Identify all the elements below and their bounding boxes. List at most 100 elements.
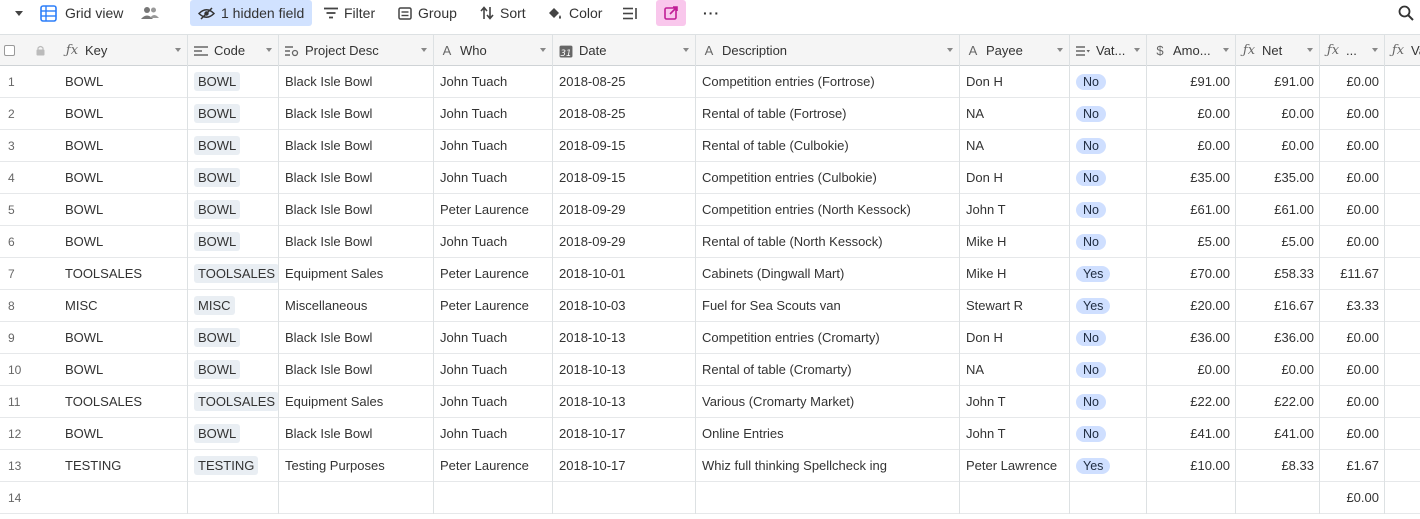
table-row[interactable]: 1 BOWL BOWL Black Isle Bowl John Tuach 2018-0…	[0, 66, 1420, 98]
cell-date[interactable]: 2018-08-25	[553, 66, 696, 97]
cell-net[interactable]: £91.00	[1236, 66, 1320, 97]
cell-code[interactable]: BOWL	[188, 194, 279, 225]
cell-payee[interactable]: Don H	[960, 66, 1070, 97]
cell-vat-amount[interactable]: £0.00	[1320, 194, 1385, 225]
cell-key[interactable]: BOWL	[59, 354, 188, 385]
table-row[interactable]: 4 BOWL BOWL Black Isle Bowl John Tuach 2018-0…	[0, 162, 1420, 194]
caret-down-icon[interactable]	[421, 48, 427, 52]
cell-date[interactable]: 2018-10-13	[553, 354, 696, 385]
cell-date[interactable]: 2018-09-15	[553, 130, 696, 161]
cell-project-desc[interactable]: Black Isle Bowl	[279, 418, 434, 449]
cell-vat-amount[interactable]: £0.00	[1320, 66, 1385, 97]
cell-key[interactable]: BOWL	[59, 418, 188, 449]
cell-project-desc[interactable]: Black Isle Bowl	[279, 226, 434, 257]
cell-extra[interactable]	[1385, 354, 1420, 385]
header-project-desc[interactable]: Project Desc	[279, 35, 434, 66]
cell-vat[interactable]: Yes	[1070, 290, 1147, 321]
cell-key[interactable]: BOWL	[59, 194, 188, 225]
cell-who[interactable]: John Tuach	[434, 66, 553, 97]
cell-code[interactable]: BOWL	[188, 418, 279, 449]
cell-code[interactable]: BOWL	[188, 130, 279, 161]
sort-button[interactable]: Sort	[480, 0, 526, 26]
cell-key[interactable]: BOWL	[59, 226, 188, 257]
cell-extra[interactable]	[1385, 194, 1420, 225]
cell-who[interactable]: John Tuach	[434, 322, 553, 353]
group-button[interactable]: Group	[398, 0, 457, 26]
cell-code[interactable]: BOWL	[188, 226, 279, 257]
cell-extra[interactable]	[1385, 450, 1420, 481]
cell-vat[interactable]	[1070, 482, 1147, 513]
cell-net[interactable]: £8.33	[1236, 450, 1320, 481]
table-row[interactable]: 9 BOWL BOWL Black Isle Bowl John Tuach 2018-1…	[0, 322, 1420, 354]
cell-who[interactable]: John Tuach	[434, 418, 553, 449]
cell-project-desc[interactable]: Black Isle Bowl	[279, 194, 434, 225]
caret-down-icon[interactable]	[1372, 48, 1378, 52]
cell-code[interactable]: TOOLSALES	[188, 386, 279, 417]
cell-project-desc[interactable]: Black Isle Bowl	[279, 98, 434, 129]
cell-who[interactable]: Peter Laurence	[434, 258, 553, 289]
cell-key[interactable]: BOWL	[59, 162, 188, 193]
cell-code[interactable]: MISC	[188, 290, 279, 321]
cell-net[interactable]: £41.00	[1236, 418, 1320, 449]
collaborators-button[interactable]	[141, 0, 159, 26]
cell-net[interactable]: £36.00	[1236, 322, 1320, 353]
cell-key[interactable]: TESTING	[59, 450, 188, 481]
cell-net[interactable]: £0.00	[1236, 130, 1320, 161]
cell-code[interactable]: TOOLSALES	[188, 258, 279, 289]
cell-vat-amount[interactable]: £0.00	[1320, 386, 1385, 417]
caret-down-icon[interactable]	[947, 48, 953, 52]
cell-payee[interactable]: NA	[960, 130, 1070, 161]
cell-extra[interactable]	[1385, 386, 1420, 417]
cell-amount[interactable]: £91.00	[1147, 66, 1236, 97]
cell-project-desc[interactable]: Equipment Sales	[279, 386, 434, 417]
cell-amount[interactable]: £0.00	[1147, 354, 1236, 385]
cell-project-desc[interactable]	[279, 482, 434, 513]
color-button[interactable]: Color	[547, 0, 602, 26]
cell-vat[interactable]: No	[1070, 322, 1147, 353]
cell-key[interactable]: TOOLSALES	[59, 258, 188, 289]
cell-description[interactable]: Competition entries (Cromarty)	[696, 322, 960, 353]
cell-payee[interactable]	[960, 482, 1070, 513]
header-amount[interactable]: $ Amo...	[1147, 35, 1236, 66]
cell-amount[interactable]: £10.00	[1147, 450, 1236, 481]
cell-vat[interactable]: No	[1070, 66, 1147, 97]
cell-who[interactable]: Peter Laurence	[434, 290, 553, 321]
search-button[interactable]	[1398, 0, 1414, 26]
cell-amount[interactable]: £35.00	[1147, 162, 1236, 193]
cell-extra[interactable]	[1385, 482, 1420, 513]
table-row[interactable]: 8 MISC MISC Miscellaneous Peter Laurence 2018…	[0, 290, 1420, 322]
cell-description[interactable]: Rental of table (Culbokie)	[696, 130, 960, 161]
cell-payee[interactable]: Mike H	[960, 258, 1070, 289]
cell-code[interactable]	[188, 482, 279, 513]
cell-payee[interactable]: Peter Lawrence	[960, 450, 1070, 481]
caret-down-icon[interactable]	[683, 48, 689, 52]
cell-date[interactable]: 2018-10-13	[553, 322, 696, 353]
cell-payee[interactable]: Don H	[960, 162, 1070, 193]
table-row[interactable]: 14 £0.00	[0, 482, 1420, 514]
cell-who[interactable]	[434, 482, 553, 513]
caret-down-icon[interactable]	[1223, 48, 1229, 52]
cell-vat-amount[interactable]: £0.00	[1320, 162, 1385, 193]
caret-down-icon[interactable]	[175, 48, 181, 52]
cell-extra[interactable]	[1385, 226, 1420, 257]
header-key[interactable]: ƒx Key	[59, 35, 188, 66]
cell-amount[interactable]: £5.00	[1147, 226, 1236, 257]
cell-amount[interactable]: £70.00	[1147, 258, 1236, 289]
header-description[interactable]: A Description	[696, 35, 960, 66]
cell-vat-amount[interactable]: £3.33	[1320, 290, 1385, 321]
cell-vat-amount[interactable]: £0.00	[1320, 322, 1385, 353]
cell-date[interactable]: 2018-09-29	[553, 226, 696, 257]
cell-who[interactable]: John Tuach	[434, 226, 553, 257]
cell-vat[interactable]: No	[1070, 386, 1147, 417]
cell-date[interactable]: 2018-09-15	[553, 162, 696, 193]
cell-key[interactable]: BOWL	[59, 98, 188, 129]
cell-amount[interactable]: £36.00	[1147, 322, 1236, 353]
cell-net[interactable]: £58.33	[1236, 258, 1320, 289]
cell-key[interactable]: MISC	[59, 290, 188, 321]
cell-date[interactable]: 2018-10-13	[553, 386, 696, 417]
table-row[interactable]: 6 BOWL BOWL Black Isle Bowl John Tuach 2018-0…	[0, 226, 1420, 258]
row-height-button[interactable]	[623, 0, 638, 26]
cell-description[interactable]: Competition entries (North Kessock)	[696, 194, 960, 225]
view-menu-caret[interactable]	[14, 0, 24, 26]
header-who[interactable]: A Who	[434, 35, 553, 66]
